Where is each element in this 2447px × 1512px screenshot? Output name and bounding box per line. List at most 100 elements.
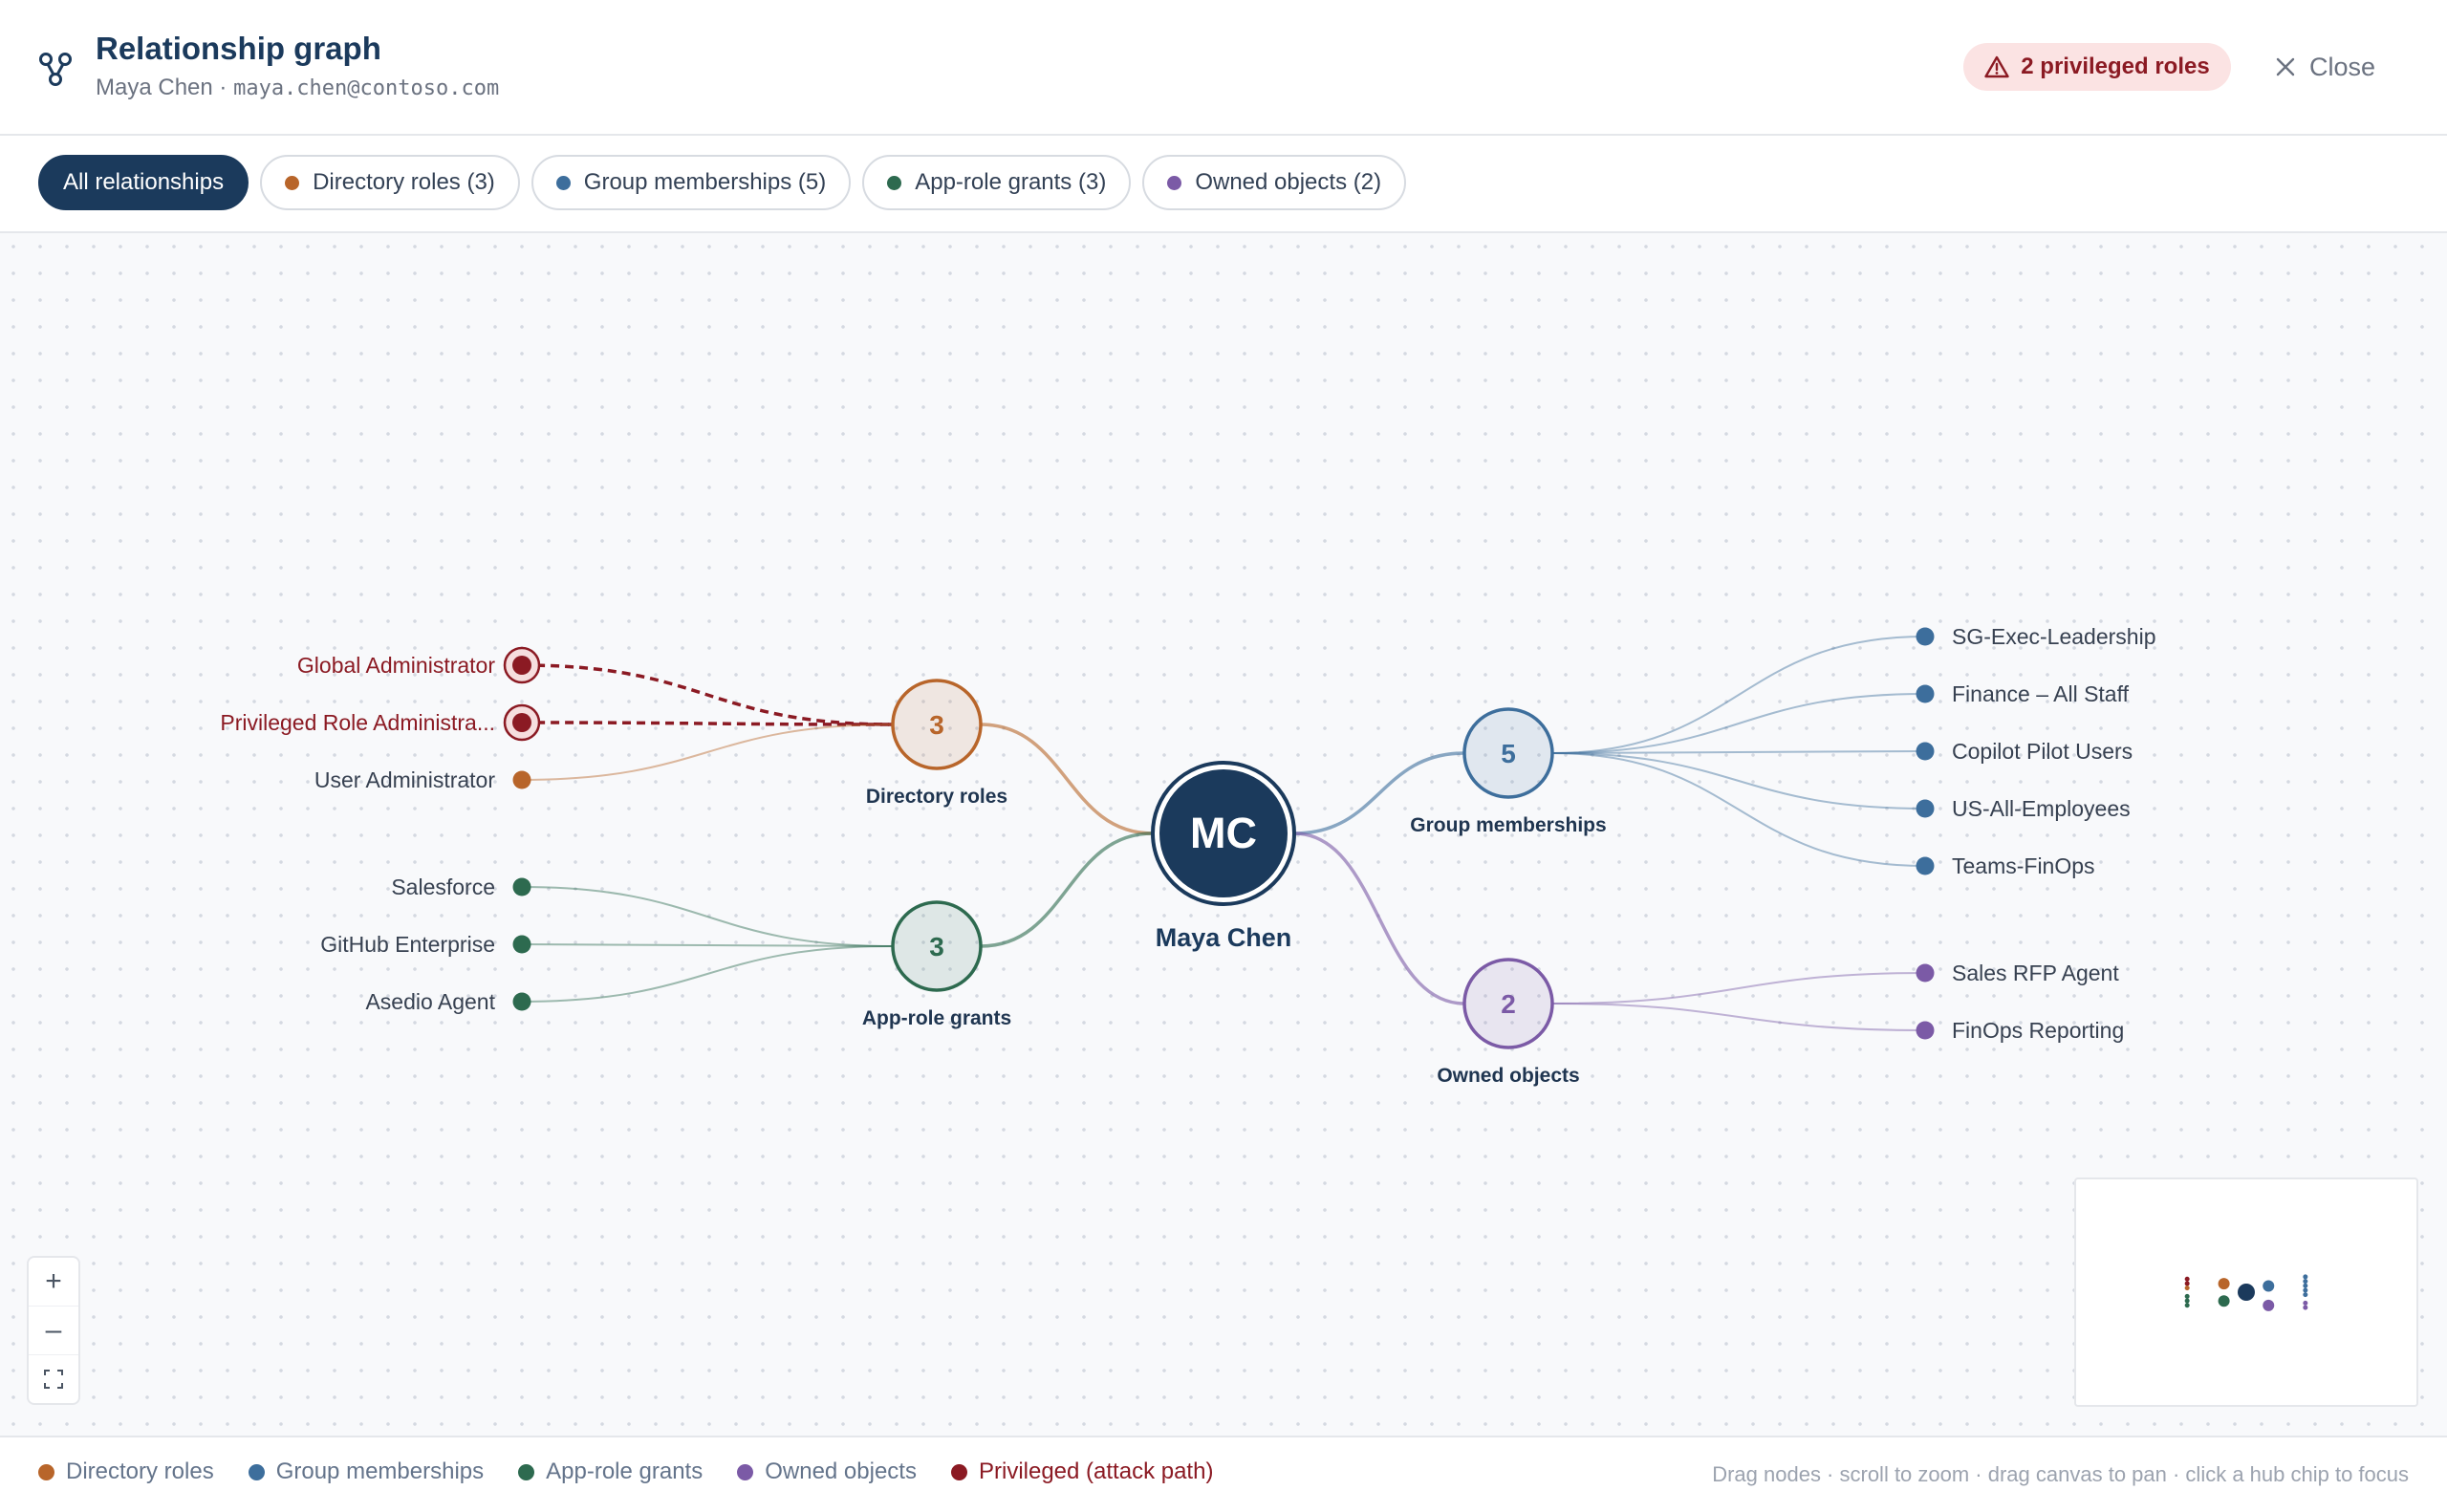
leaf-node[interactable]	[1916, 627, 1935, 646]
legend-label: Owned objects	[765, 1458, 917, 1484]
hub-count: 2	[1501, 989, 1516, 1019]
leaf-label: User Administrator	[314, 767, 496, 792]
leaf-node[interactable]	[512, 877, 531, 896]
legend-directory-roles: Directory roles	[38, 1458, 214, 1485]
legend-label: Group memberships	[275, 1458, 485, 1484]
minimap-leaf	[2184, 1303, 2190, 1308]
user-name: Maya Chen	[96, 75, 213, 100]
leaf-label: Privileged Role Administra...	[220, 710, 495, 735]
minimap-center	[2238, 1284, 2255, 1301]
legend-group-memberships: Group memberships	[248, 1458, 485, 1485]
leaf-node[interactable]	[1916, 742, 1935, 761]
close-button[interactable]: Close	[2275, 44, 2409, 90]
privileged-roles-badge[interactable]: 2 privileged roles	[1963, 43, 2231, 91]
minimap-leaf	[2303, 1287, 2308, 1293]
chip-directory-roles[interactable]: Directory roles (3)	[260, 155, 520, 210]
leaf-edge	[521, 945, 894, 1003]
minimap-leaf	[2303, 1283, 2308, 1288]
zoom-controls: + –	[27, 1256, 80, 1405]
legend-privileged: Privileged (attack path)	[950, 1458, 1214, 1485]
interaction-hint: Drag nodes · scroll to zoom · drag canva…	[1712, 1462, 2409, 1486]
minimap-leaf	[2184, 1298, 2190, 1304]
leaf-edge	[1551, 752, 1926, 810]
legend: Directory roles Group memberships App-ro…	[38, 1458, 1213, 1485]
leaf-label: Teams-FinOps	[1952, 853, 2095, 878]
leaf-label: GitHub Enterprise	[320, 932, 495, 957]
leaf-edge	[1551, 972, 1926, 1004]
legend-dot	[518, 1463, 535, 1480]
graph-icon	[39, 53, 72, 86]
zoom-in-button[interactable]: +	[29, 1258, 78, 1307]
separator: ·	[219, 75, 227, 100]
chip-label: Directory roles (3)	[313, 169, 495, 195]
minimap-leaf	[2303, 1279, 2308, 1285]
hub-label: Directory roles	[866, 786, 1007, 808]
directory-roles-dot	[285, 175, 300, 190]
leaf-label: Asedio Agent	[365, 989, 495, 1014]
leaf-edge	[1551, 693, 1926, 754]
minimap-leaf	[2303, 1274, 2308, 1280]
hub-label: Owned objects	[1437, 1065, 1579, 1087]
legend-label: Privileged (attack path)	[978, 1458, 1214, 1484]
leaf-node[interactable]	[512, 935, 531, 954]
leaf-edge	[521, 724, 894, 781]
filter-chips: All relationships Directory roles (3) Gr…	[38, 155, 1407, 210]
legend-owned-objects: Owned objects	[737, 1458, 917, 1485]
legend-dot	[950, 1463, 967, 1480]
center-name: Maya Chen	[1156, 923, 1292, 952]
graph-canvas[interactable]: Global Administrator Privileged Role Admi…	[0, 233, 2447, 1436]
hub-count: 5	[1501, 739, 1516, 768]
legend-label: App-role grants	[546, 1458, 704, 1484]
chip-label: Group memberships (5)	[583, 169, 827, 195]
leaf-node[interactable]	[1916, 684, 1935, 703]
chip-app-role-grants[interactable]: App-role grants (3)	[862, 155, 1132, 210]
legend-app-role-grants: App-role grants	[518, 1458, 703, 1485]
minimap-leaf	[2184, 1293, 2190, 1299]
leaf-edge	[1551, 1003, 1926, 1031]
zoom-out-button[interactable]: –	[29, 1307, 78, 1355]
warning-icon	[1984, 55, 2009, 78]
filter-bar: All relationships Directory roles (3) Gr…	[0, 136, 2447, 233]
legend-dot	[248, 1463, 265, 1480]
legend-footer: Directory roles Group memberships App-ro…	[0, 1436, 2447, 1512]
minimap-hub	[2263, 1299, 2275, 1311]
leaf-label: Salesforce	[391, 875, 495, 899]
leaf-node[interactable]	[1916, 963, 1935, 983]
chip-all-relationships[interactable]: All relationships	[38, 155, 249, 210]
legend-dot	[38, 1463, 54, 1480]
leaf-node[interactable]	[1916, 799, 1935, 818]
leaf-label: Finance – All Staff	[1952, 681, 2130, 706]
group-memberships-dot	[555, 175, 571, 190]
close-label: Close	[2309, 52, 2376, 81]
minimap-leaf	[2184, 1285, 2190, 1291]
chip-label: App-role grants (3)	[915, 169, 1107, 195]
fit-view-button[interactable]	[29, 1355, 78, 1403]
leaf-label: US-All-Employees	[1952, 796, 2131, 821]
hub-label: App-role grants	[862, 1007, 1011, 1029]
privileged-leaf-node[interactable]	[512, 713, 531, 732]
privileged-leaf-node[interactable]	[512, 656, 531, 675]
chip-owned-objects[interactable]: Owned objects (2)	[1142, 155, 1407, 210]
minimap-leaf	[2303, 1300, 2308, 1306]
leaf-node[interactable]	[1916, 1021, 1935, 1040]
leaf-edge	[1551, 752, 1926, 867]
minimap-hub	[2263, 1280, 2275, 1292]
user-email: maya.chen@contoso.com	[233, 76, 500, 100]
leaf-node[interactable]	[512, 992, 531, 1011]
minimap-hub	[2218, 1295, 2230, 1307]
header: Relationship graph Maya Chen · maya.chen…	[0, 0, 2447, 136]
leaf-label: FinOps Reporting	[1952, 1018, 2124, 1043]
leaf-edge	[1551, 636, 1926, 754]
edge-app-role-grants	[980, 832, 1154, 948]
minimap-hub	[2218, 1278, 2230, 1290]
leaf-node[interactable]	[512, 770, 531, 789]
page-title: Relationship graph	[96, 31, 381, 66]
close-icon	[2276, 57, 2295, 76]
minimap-leaf	[2303, 1305, 2308, 1310]
leaf-node[interactable]	[1916, 856, 1935, 875]
chip-group-memberships[interactable]: Group memberships (5)	[531, 155, 852, 210]
minimap[interactable]	[2074, 1177, 2418, 1407]
leaf-label: Global Administrator	[297, 653, 495, 678]
leaf-label: SG-Exec-Leadership	[1952, 624, 2156, 649]
app-role-grants-dot	[887, 175, 902, 190]
